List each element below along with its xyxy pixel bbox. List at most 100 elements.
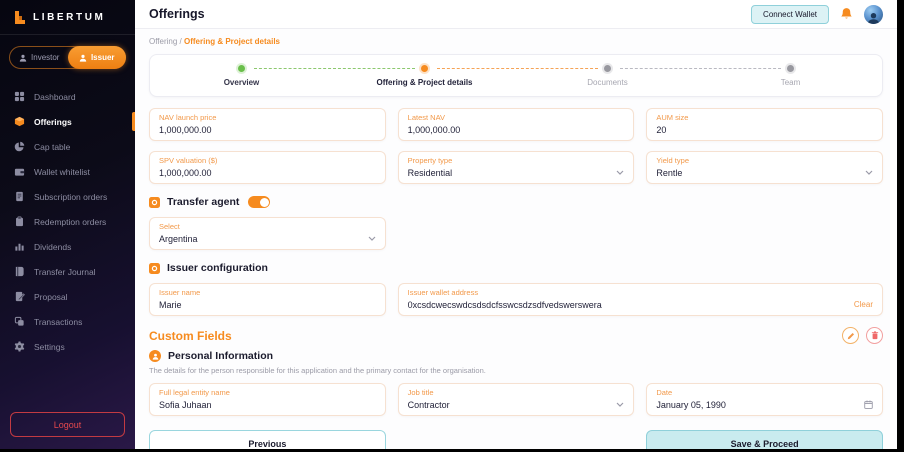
field-label: Date xyxy=(656,388,873,397)
bar-chart-icon xyxy=(14,241,25,252)
transfer-agent-country-select[interactable]: Select Argentina xyxy=(149,217,386,250)
breadcrumb-parent[interactable]: Offering xyxy=(149,37,177,46)
app-window: LIBERTUM Investor Issuer Dashboard xyxy=(0,0,897,449)
issuer-name-field[interactable]: Issuer name Marie xyxy=(149,283,386,316)
connect-wallet-button[interactable]: Connect Wallet xyxy=(751,5,829,24)
stepper-line-active xyxy=(437,68,598,69)
field-label: Issuer name xyxy=(159,288,376,297)
field-value: 1,000,000.00 xyxy=(408,125,461,135)
form-row-2: SPV valuation ($) 1,000,000.00 Property … xyxy=(149,151,883,184)
step-label: Team xyxy=(781,78,801,87)
step-dot-pending xyxy=(604,65,611,72)
field-label: SPV valuation ($) xyxy=(159,156,376,165)
step-dot-complete xyxy=(238,65,245,72)
sidebar-item-dividends[interactable]: Dividends xyxy=(0,234,135,259)
avatar[interactable] xyxy=(864,5,883,24)
delete-icon[interactable] xyxy=(866,327,883,344)
edit-icon[interactable] xyxy=(842,327,859,344)
breadcrumb: Offering / Offering & Project details xyxy=(149,37,883,46)
content: Offering / Offering & Project details Ov… xyxy=(135,29,897,449)
job-title-select[interactable]: Job title Contractor xyxy=(398,383,635,416)
calendar-icon[interactable] xyxy=(864,400,873,409)
issuer-person-icon xyxy=(79,54,87,62)
field-value: 0xcsdcwecswdcsdsdcfsswcsdzsdfvedswerswer… xyxy=(408,300,602,310)
sidebar-item-label: Dashboard xyxy=(34,92,76,102)
main-area: Offerings Connect Wallet Offering / Offe… xyxy=(135,0,897,449)
custom-fields-title: Custom Fields xyxy=(149,329,232,343)
issuer-toggle[interactable]: Issuer xyxy=(68,46,127,69)
sidebar-item-wallet-whitelist[interactable]: Wallet whitelist xyxy=(0,159,135,184)
sidebar-nav: Dashboard Offerings Cap table Wallet whi… xyxy=(0,82,135,412)
field-value: Residential xyxy=(408,168,453,178)
sidebar-item-transfer-journal[interactable]: Transfer Journal xyxy=(0,259,135,284)
spv-valuation-field[interactable]: SPV valuation ($) 1,000,000.00 xyxy=(149,151,386,184)
field-value: Marie xyxy=(159,300,182,310)
offerings-icon xyxy=(14,116,25,127)
transfer-agent-row: Select Argentina xyxy=(149,217,883,250)
sidebar: LIBERTUM Investor Issuer Dashboard xyxy=(0,0,135,449)
sidebar-item-settings[interactable]: Settings xyxy=(0,334,135,359)
step-label: Overview xyxy=(224,78,260,87)
date-field[interactable]: Date January 05, 1990 xyxy=(646,383,883,416)
full-legal-entity-name-field[interactable]: Full legal entity name Sofia Juhaan xyxy=(149,383,386,416)
issuer-label: Issuer xyxy=(91,53,115,62)
field-label: Full legal entity name xyxy=(159,388,376,397)
field-value: Contractor xyxy=(408,400,450,410)
stepper-line-complete xyxy=(254,68,415,69)
sidebar-item-label: Cap table xyxy=(34,142,70,152)
section-title: Transfer agent xyxy=(167,196,239,208)
clear-wallet-link[interactable]: Clear xyxy=(854,300,873,309)
aum-size-field[interactable]: AUM size 20 xyxy=(646,108,883,141)
logo-text: LIBERTUM xyxy=(33,12,105,23)
sidebar-item-dashboard[interactable]: Dashboard xyxy=(0,84,135,109)
investor-label: Investor xyxy=(31,53,59,62)
field-label: Latest NAV xyxy=(408,113,625,122)
save-proceed-button[interactable]: Save & Proceed xyxy=(646,430,883,449)
logo: LIBERTUM xyxy=(0,0,135,34)
dashboard-icon xyxy=(14,91,25,102)
field-label: Select xyxy=(159,222,376,231)
field-label: Job title xyxy=(408,388,625,397)
issuer-configuration-badge-icon xyxy=(149,263,160,274)
field-label: AUM size xyxy=(656,113,873,122)
sidebar-item-label: Wallet whitelist xyxy=(34,167,90,177)
wallet-icon xyxy=(14,166,25,177)
bell-icon[interactable] xyxy=(840,7,853,21)
sidebar-item-redemption-orders[interactable]: Redemption orders xyxy=(0,209,135,234)
person-icon xyxy=(149,350,161,362)
sidebar-item-offerings[interactable]: Offerings xyxy=(0,109,135,134)
sidebar-item-subscription-orders[interactable]: Subscription orders xyxy=(0,184,135,209)
previous-button[interactable]: Previous xyxy=(149,430,386,449)
field-value: January 05, 1990 xyxy=(656,400,726,410)
yield-type-select[interactable]: Yield type Rentle xyxy=(646,151,883,184)
field-value: Sofia Juhaan xyxy=(159,400,212,410)
field-label: NAV launch price xyxy=(159,113,376,122)
sidebar-item-label: Redemption orders xyxy=(34,217,106,227)
investor-person-icon xyxy=(19,54,27,62)
form-row-1: NAV launch price 1,000,000.00 Latest NAV… xyxy=(149,108,883,141)
clipboard-icon xyxy=(14,216,25,227)
stepper-line-pending xyxy=(620,68,781,69)
custom-fields-actions xyxy=(842,327,883,344)
field-value: Rentle xyxy=(656,168,682,178)
sidebar-item-label: Dividends xyxy=(34,242,71,252)
sidebar-item-transactions[interactable]: Transactions xyxy=(0,309,135,334)
property-type-select[interactable]: Property type Residential xyxy=(398,151,635,184)
field-label: Issuer wallet address xyxy=(408,288,873,297)
field-value: 1,000,000.00 xyxy=(159,125,212,135)
issuer-wallet-address-field[interactable]: Issuer wallet address 0xcsdcwecswdcsdsdc… xyxy=(398,283,883,316)
transfer-agent-badge-icon xyxy=(149,197,160,208)
role-toggle: Investor Issuer xyxy=(9,46,126,69)
step-dot-active xyxy=(421,65,428,72)
step-label: Documents xyxy=(587,78,627,87)
sidebar-item-label: Subscription orders xyxy=(34,192,107,202)
latest-nav-field[interactable]: Latest NAV 1,000,000.00 xyxy=(398,108,635,141)
sidebar-item-proposal[interactable]: Proposal xyxy=(0,284,135,309)
logout-button[interactable]: Logout xyxy=(10,412,125,437)
transfer-agent-toggle[interactable] xyxy=(248,196,270,208)
investor-toggle[interactable]: Investor xyxy=(10,47,69,68)
field-value: 20 xyxy=(656,125,666,135)
nav-launch-price-field[interactable]: NAV launch price 1,000,000.00 xyxy=(149,108,386,141)
breadcrumb-separator: / xyxy=(177,37,184,46)
sidebar-item-cap-table[interactable]: Cap table xyxy=(0,134,135,159)
